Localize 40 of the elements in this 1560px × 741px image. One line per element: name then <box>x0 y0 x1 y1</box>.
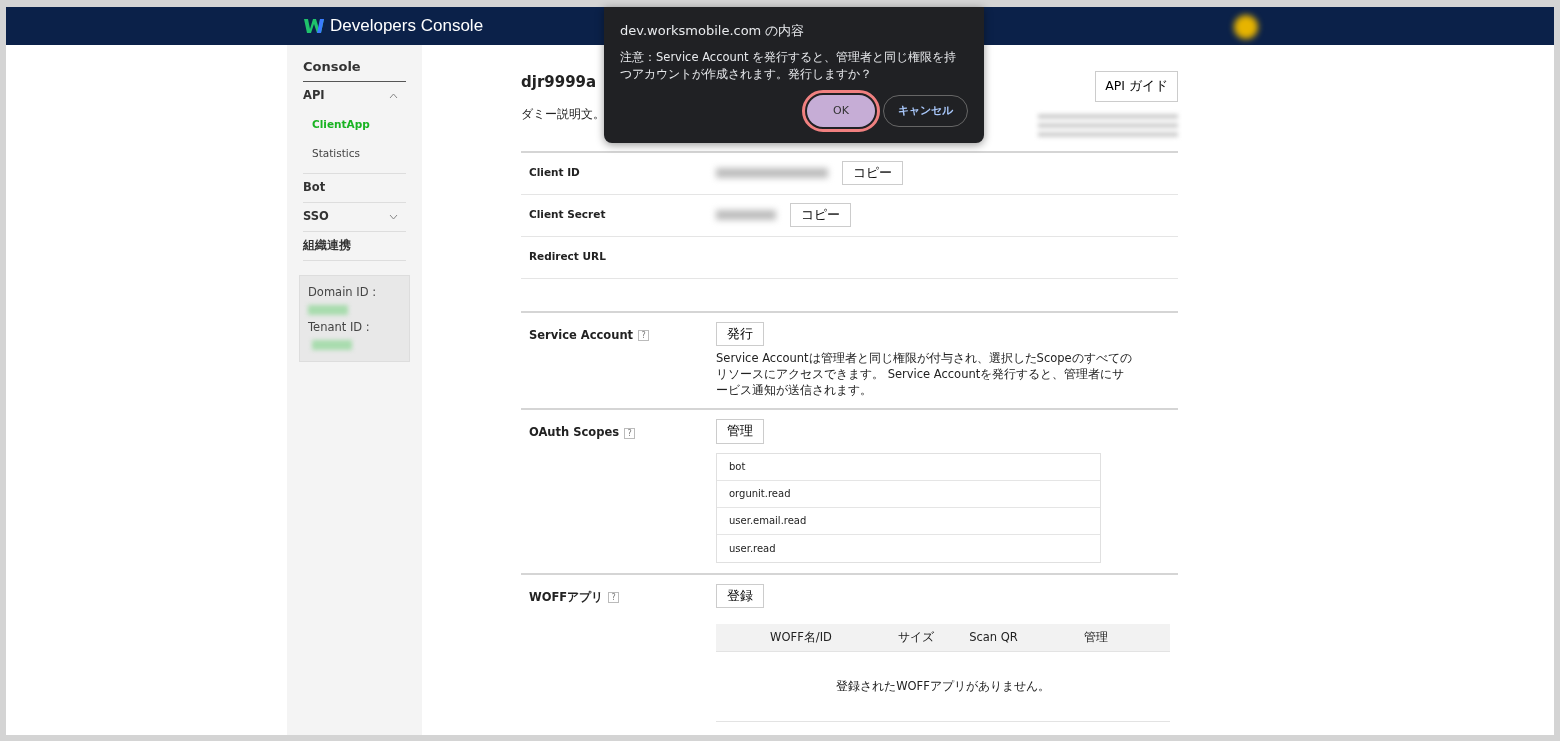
sidebar-item[interactable]: API <box>303 81 406 111</box>
issue-button[interactable]: 発行 <box>716 321 764 346</box>
field-label: Redirect URL <box>528 249 607 265</box>
field-label: Client Secret <box>528 207 607 223</box>
field-label: Client ID <box>528 165 581 181</box>
sidebar-item[interactable]: Bot <box>303 173 406 203</box>
logo-icon <box>304 18 324 34</box>
register-button[interactable]: 登録 <box>716 583 764 608</box>
scope-item: user.read <box>728 541 777 556</box>
column-header: WOFF名/ID <box>769 628 833 646</box>
column-header: サイズ <box>897 628 935 646</box>
section-label: OAuth Scopes <box>529 425 620 440</box>
column-header: 管理 <box>1083 628 1109 646</box>
help-icon[interactable]: ? <box>608 592 620 604</box>
api-guide-button[interactable]: API ガイド <box>1095 71 1178 102</box>
column-header: Scan QR <box>968 628 1019 646</box>
copy-button[interactable]: コピー <box>790 203 851 228</box>
empty-message: 登録されたWOFFアプリがありません。 <box>836 677 1050 695</box>
scope-item: user.email.read <box>717 507 1100 535</box>
help-icon[interactable]: ? <box>638 330 650 342</box>
scope-item: bot <box>717 453 1100 481</box>
section-label: Service Account <box>529 327 634 342</box>
sidebar-item[interactable]: 組織連携 <box>303 231 406 261</box>
manage-button[interactable]: 管理 <box>716 419 764 444</box>
info-label: Tenant ID : <box>308 319 370 334</box>
description-text: Service Accountは管理者と同じ権限が付与され、選択したScopeのすべてのリソースにアクセスできます。 Service Accountを発行すると、管理者にサービス通知が送信されます。 <box>716 350 1133 399</box>
copy-button[interactable]: コピー <box>842 161 903 186</box>
sidebar-item[interactable]: SSO <box>303 202 406 232</box>
help-icon[interactable]: ? <box>624 427 636 439</box>
app-description: ダミー説明文。 <box>521 105 605 123</box>
sidebar-title: Console <box>303 57 406 82</box>
console-title: Developers Console <box>330 15 484 38</box>
dialog-message: 注意：Service Account を発行すると、管理者と同じ権限を持つアカウントが作成されます。発行しますか？ <box>620 48 958 83</box>
sidebar-subitem[interactable]: Statistics <box>303 139 406 169</box>
scope-item: orgunit.read <box>717 480 1100 508</box>
dialog-title: dev.worksmobile.com の内容 <box>620 22 806 40</box>
section-label: WOFFアプリ <box>529 589 604 604</box>
app-title: djr9999a <box>521 72 598 93</box>
avatar[interactable] <box>1234 15 1258 39</box>
info-label: Domain ID : <box>308 284 377 299</box>
